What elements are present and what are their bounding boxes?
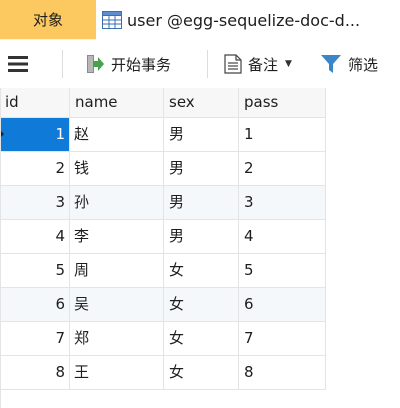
cell-id[interactable]: 3 — [0, 186, 70, 219]
cell-pass[interactable]: 1 — [239, 118, 326, 151]
data-grid: id name sex pass 1 赵 男 1 2 钱 男 2 3 孙 男 3… — [0, 88, 400, 408]
cell-name[interactable]: 李 — [70, 220, 164, 253]
table-row[interactable]: 8 王 女 8 — [0, 356, 326, 390]
grid-left-border — [0, 88, 1, 408]
cell-id[interactable]: 4 — [0, 220, 70, 253]
table-row[interactable]: 1 赵 男 1 — [0, 118, 326, 152]
table-row[interactable]: 5 周 女 5 — [0, 254, 326, 288]
transaction-icon — [85, 54, 105, 74]
cell-id[interactable]: 1 — [0, 118, 70, 151]
cell-pass[interactable]: 3 — [239, 186, 326, 219]
toolbar-divider — [62, 50, 63, 78]
table-row[interactable]: 7 郑 女 7 — [0, 322, 326, 356]
cell-id[interactable]: 2 — [0, 152, 70, 185]
table-row[interactable]: 4 李 男 4 — [0, 220, 326, 254]
cell-name[interactable]: 周 — [70, 254, 164, 287]
cell-pass[interactable]: 4 — [239, 220, 326, 253]
tab-user-table-label: user @egg-sequelize-doc-d... — [127, 10, 361, 30]
cell-name[interactable]: 孙 — [70, 186, 164, 219]
cell-name[interactable]: 王 — [70, 356, 164, 389]
tab-objects[interactable]: 对象 — [0, 0, 97, 39]
cell-sex[interactable]: 男 — [164, 118, 239, 151]
column-header-name[interactable]: name — [70, 88, 164, 117]
column-header-sex[interactable]: sex — [164, 88, 239, 117]
note-label: 备注 — [248, 55, 279, 74]
cell-sex[interactable]: 男 — [164, 220, 239, 253]
filter-label: 筛选 — [348, 55, 379, 74]
cell-name[interactable]: 吴 — [70, 288, 164, 321]
note-icon — [224, 54, 242, 74]
cell-pass[interactable]: 6 — [239, 288, 326, 321]
cell-sex[interactable]: 女 — [164, 356, 239, 389]
table-row[interactable]: 3 孙 男 3 — [0, 186, 326, 220]
cell-id[interactable]: 6 — [0, 288, 70, 321]
toolbar-divider — [207, 50, 208, 78]
cell-sex[interactable]: 男 — [164, 186, 239, 219]
cell-id[interactable]: 7 — [0, 322, 70, 355]
cell-sex[interactable]: 女 — [164, 254, 239, 287]
filter-button[interactable]: 筛选 — [320, 40, 378, 88]
toolbar: 开始事务 备注 ▼ 筛选 — [0, 40, 400, 88]
chevron-down-icon[interactable]: ▼ — [285, 59, 292, 69]
cell-id[interactable]: 5 — [0, 254, 70, 287]
grid-header: id name sex pass — [0, 88, 326, 118]
cell-pass[interactable]: 2 — [239, 152, 326, 185]
cell-pass[interactable]: 7 — [239, 322, 326, 355]
begin-transaction-label: 开始事务 — [111, 55, 172, 74]
cell-sex[interactable]: 男 — [164, 152, 239, 185]
filter-icon — [320, 54, 342, 74]
table-icon — [102, 11, 122, 29]
cell-pass[interactable]: 8 — [239, 356, 326, 389]
column-header-pass[interactable]: pass — [239, 88, 326, 117]
cell-pass[interactable]: 5 — [239, 254, 326, 287]
cell-sex[interactable]: 女 — [164, 322, 239, 355]
cell-name[interactable]: 钱 — [70, 152, 164, 185]
cell-id[interactable]: 8 — [0, 356, 70, 389]
note-button[interactable]: 备注 ▼ — [224, 40, 292, 88]
table-row[interactable]: 6 吴 女 6 — [0, 288, 326, 322]
column-header-id[interactable]: id — [0, 88, 70, 117]
tab-bar: 对象 user @egg-sequelize-doc-d... — [0, 0, 400, 40]
menu-icon[interactable] — [8, 56, 28, 76]
tab-objects-label: 对象 — [32, 11, 63, 29]
begin-transaction-button[interactable]: 开始事务 — [85, 40, 171, 88]
cell-name[interactable]: 郑 — [70, 322, 164, 355]
cell-name[interactable]: 赵 — [70, 118, 164, 151]
table-row[interactable]: 2 钱 男 2 — [0, 152, 326, 186]
tab-user-table[interactable]: user @egg-sequelize-doc-d... — [96, 0, 400, 40]
cell-sex[interactable]: 女 — [164, 288, 239, 321]
